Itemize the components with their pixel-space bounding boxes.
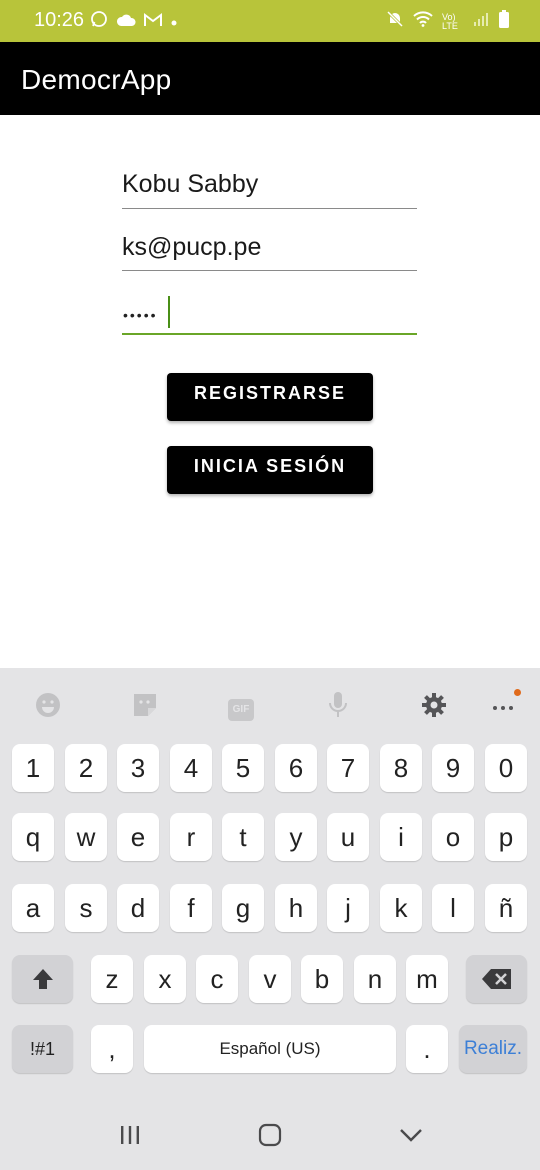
key-9[interactable]: 9 <box>432 744 474 792</box>
name-field-value: Kobu Sabby <box>122 170 259 198</box>
key-d[interactable]: d <box>117 884 159 932</box>
key-n-tilde[interactable]: ñ <box>485 884 527 932</box>
gif-icon[interactable]: GIF <box>221 688 261 722</box>
notification-dot <box>514 689 521 696</box>
email-field-value: ks@pucp.pe <box>122 233 262 261</box>
key-w[interactable]: w <box>65 813 107 861</box>
key-t[interactable]: t <box>222 813 264 861</box>
whatsapp-icon <box>90 10 108 33</box>
action-key[interactable]: Realiz. <box>459 1025 527 1073</box>
key-q[interactable]: q <box>12 813 54 861</box>
backspace-key[interactable] <box>466 955 527 1003</box>
key-i[interactable]: i <box>380 813 422 861</box>
key-f[interactable]: f <box>170 884 212 932</box>
wifi-icon <box>413 11 433 33</box>
text-cursor <box>168 296 170 328</box>
comma-key[interactable]: , <box>91 1025 133 1073</box>
dot-icon <box>170 12 178 32</box>
key-c[interactable]: c <box>196 955 238 1003</box>
period-key[interactable]: . <box>406 1025 448 1073</box>
status-right-icons: Vo) LTE <box>386 10 510 34</box>
navigation-bar <box>0 1098 540 1170</box>
key-4[interactable]: 4 <box>170 744 212 792</box>
keyboard-toolbar: GIF <box>0 668 540 740</box>
signal-icon <box>473 11 489 33</box>
key-n[interactable]: n <box>354 955 396 1003</box>
battery-icon <box>498 10 510 34</box>
key-s[interactable]: s <box>65 884 107 932</box>
symbols-key[interactable]: !#1 <box>12 1025 73 1073</box>
key-a[interactable]: a <box>12 884 54 932</box>
keyboard: GIF 1 2 3 4 5 6 7 8 9 0 q w e r t y u i … <box>0 668 540 1098</box>
key-o[interactable]: o <box>432 813 474 861</box>
login-button[interactable]: INICIA SESIÓN <box>167 446 373 494</box>
key-z[interactable]: z <box>91 955 133 1003</box>
register-button[interactable]: REGISTRARSE <box>167 373 373 421</box>
key-2[interactable]: 2 <box>65 744 107 792</box>
volte-icon: Vo) LTE <box>442 12 458 31</box>
key-r[interactable]: r <box>170 813 212 861</box>
home-icon[interactable] <box>250 1120 290 1150</box>
key-j[interactable]: j <box>327 884 369 932</box>
name-field[interactable]: Kobu Sabby <box>122 170 417 209</box>
key-8[interactable]: 8 <box>380 744 422 792</box>
mic-icon[interactable] <box>318 688 358 722</box>
key-u[interactable]: u <box>327 813 369 861</box>
password-field[interactable]: ••••• <box>122 295 417 335</box>
space-key[interactable]: Español (US) <box>144 1025 396 1073</box>
app-bar: DemocrApp <box>0 42 540 115</box>
key-5[interactable]: 5 <box>222 744 264 792</box>
app-title: DemocrApp <box>21 64 172 95</box>
mute-icon <box>386 10 404 34</box>
recent-apps-icon[interactable] <box>110 1120 150 1150</box>
key-0[interactable]: 0 <box>485 744 527 792</box>
key-l[interactable]: l <box>432 884 474 932</box>
back-icon[interactable] <box>391 1120 431 1150</box>
key-b[interactable]: b <box>301 955 343 1003</box>
settings-icon[interactable] <box>414 688 454 722</box>
email-field[interactable]: ks@pucp.pe <box>122 233 417 271</box>
sticker-icon[interactable] <box>125 688 165 722</box>
shift-key[interactable] <box>12 955 73 1003</box>
key-m[interactable]: m <box>406 955 448 1003</box>
status-left-icons <box>90 10 178 33</box>
status-time: 10:26 <box>34 9 85 31</box>
key-1[interactable]: 1 <box>12 744 54 792</box>
gmail-icon <box>144 12 162 32</box>
key-x[interactable]: x <box>144 955 186 1003</box>
key-3[interactable]: 3 <box>117 744 159 792</box>
gif-label: GIF <box>228 699 254 721</box>
key-y[interactable]: y <box>275 813 317 861</box>
key-e[interactable]: e <box>117 813 159 861</box>
key-7[interactable]: 7 <box>327 744 369 792</box>
key-g[interactable]: g <box>222 884 264 932</box>
status-bar: 10:26 Vo) LTE <box>0 0 540 42</box>
key-k[interactable]: k <box>380 884 422 932</box>
emoji-icon[interactable] <box>28 688 68 722</box>
key-p[interactable]: p <box>485 813 527 861</box>
password-mask: ••••• <box>123 307 158 323</box>
key-6[interactable]: 6 <box>275 744 317 792</box>
key-h[interactable]: h <box>275 884 317 932</box>
key-v[interactable]: v <box>249 955 291 1003</box>
cloud-icon <box>116 12 136 32</box>
